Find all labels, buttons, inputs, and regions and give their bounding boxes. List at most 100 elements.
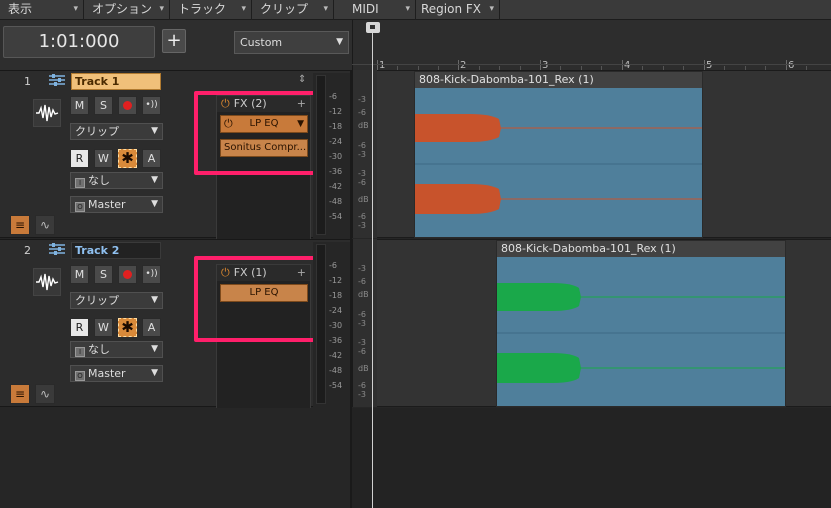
track-name-field[interactable]: Track 2	[71, 242, 161, 259]
scale-label: -6	[358, 178, 366, 187]
playhead-line	[372, 28, 373, 508]
ruler-divider	[352, 64, 831, 65]
chevron-down-icon: ▼	[151, 175, 158, 185]
solo-button[interactable]: S	[94, 96, 113, 115]
menu-midi[interactable]: MIDI ▾	[334, 0, 416, 20]
mute-button[interactable]: M	[70, 265, 89, 284]
clip-mode-dropdown[interactable]: クリップ ▼	[70, 123, 163, 140]
clip-waveform	[415, 88, 702, 237]
envelope-icon: ∿	[39, 218, 51, 232]
scale-label: dB	[358, 290, 369, 299]
input-icon: I	[75, 347, 85, 357]
clip-title: 808-Kick-Dabomba-101_Rex (1)	[415, 72, 702, 88]
automation-lanes-button[interactable]: ∿	[35, 384, 55, 404]
scale-label: dB	[358, 364, 369, 373]
ruler-tick	[458, 60, 459, 70]
record-arm-button[interactable]	[118, 96, 137, 115]
scale-label: -3	[358, 319, 366, 328]
track-header-2[interactable]: 2 Track 2 M S •)) クリップ ▼ R W ✱ A I なし ▼ O Ma…	[0, 239, 352, 429]
track-number: 1	[24, 75, 31, 88]
scale-label: -3	[358, 338, 366, 347]
archive-button[interactable]: A	[142, 149, 161, 168]
asterisk-icon[interactable]: ✱	[118, 318, 137, 337]
clip-lanes-button[interactable]: ≡	[10, 215, 30, 235]
meter-bar	[316, 75, 326, 235]
clip-mode-label: クリップ	[75, 294, 119, 307]
lanes-icon: ≡	[14, 218, 26, 232]
menu-region-fx[interactable]: Region FX ▾	[416, 0, 500, 20]
menu-view[interactable]: 表示 ▾	[0, 0, 84, 20]
automation-lanes-button[interactable]: ∿	[35, 215, 55, 235]
menu-track[interactable]: トラック ▾	[170, 0, 252, 20]
scale-label: -3	[358, 390, 366, 399]
clip-lane-1[interactable]: 808-Kick-Dabomba-101_Rex (1)	[377, 70, 831, 238]
meter-label: -12	[329, 276, 343, 285]
waveform-scale-1: -3 -6 dB -6 -3 -3 -6 dB -6 -3	[352, 70, 377, 238]
track-view-preset-dropdown[interactable]: Custom ▼	[234, 31, 349, 54]
solo-button[interactable]: S	[94, 265, 113, 284]
timeline-ruler[interactable]: 1 2 3 4 5 6	[352, 20, 831, 71]
input-echo-button[interactable]: •))	[142, 96, 161, 115]
clip-mode-dropdown[interactable]: クリップ ▼	[70, 292, 163, 309]
ruler-tick	[704, 60, 705, 70]
chevron-down-icon: ▾	[159, 4, 164, 14]
automation-write-button[interactable]: W	[94, 318, 113, 337]
scale-label: -3	[358, 95, 366, 104]
track-header-1[interactable]: 1 Track 1 ⇕ M S •)) クリップ ▼ R W ✱ A I なし ▼ O…	[0, 70, 352, 260]
audio-clip[interactable]: 808-Kick-Dabomba-101_Rex (1)	[414, 71, 703, 238]
meter-label: -24	[329, 137, 343, 146]
track-settings-icon[interactable]	[48, 73, 66, 89]
automation-write-button[interactable]: W	[94, 149, 113, 168]
meter-label: -18	[329, 291, 343, 300]
audio-track-icon	[33, 268, 61, 296]
chevron-down-icon: ▼	[151, 368, 158, 378]
time-display[interactable]: 1:01:000	[3, 26, 155, 58]
add-track-button[interactable]: +	[162, 29, 186, 53]
scale-label: -6	[358, 108, 366, 117]
menu-clip-label: クリップ	[260, 2, 309, 16]
clip-waveform	[497, 257, 785, 406]
archive-button[interactable]: A	[142, 318, 161, 337]
pane-divider[interactable]	[350, 70, 352, 508]
menu-region-fx-label: Region FX	[421, 2, 482, 16]
input-echo-button[interactable]: •))	[142, 265, 161, 284]
scale-label: -6	[358, 310, 366, 319]
menu-bar: 表示 ▾ オプション ▾ トラック ▾ クリップ ▾ MIDI ▾ Region FX ▾	[0, 0, 831, 20]
collapse-icon[interactable]: ⇕	[298, 74, 306, 85]
output-dropdown[interactable]: O Master ▼	[70, 365, 163, 382]
clip-lane-2[interactable]: 808-Kick-Dabomba-101_Rex (1)	[377, 239, 831, 407]
scale-label: -3	[358, 169, 366, 178]
meter-label: -6	[329, 261, 337, 270]
track-settings-icon[interactable]	[48, 242, 66, 258]
asterisk-icon[interactable]: ✱	[118, 149, 137, 168]
automation-read-button[interactable]: R	[70, 318, 89, 337]
chevron-down-icon: ▼	[151, 126, 158, 136]
track-name-field[interactable]: Track 1	[71, 73, 161, 90]
input-dropdown[interactable]: I なし ▼	[70, 341, 163, 358]
record-icon	[123, 270, 132, 279]
scale-label: dB	[358, 195, 369, 204]
scale-label: dB	[358, 121, 369, 130]
input-dropdown[interactable]: I なし ▼	[70, 172, 163, 189]
ruler-tick	[786, 60, 787, 70]
playhead-handle[interactable]	[366, 22, 380, 33]
mute-button[interactable]: M	[70, 96, 89, 115]
record-arm-button[interactable]	[118, 265, 137, 284]
chevron-down-icon: ▾	[405, 4, 410, 14]
meter-label: -48	[329, 366, 343, 375]
scale-label: -6	[358, 141, 366, 150]
echo-icon: •))	[145, 269, 158, 279]
waveform-scale-2: -3 -6 dB -6 -3 -3 -6 dB -6 -3	[352, 239, 377, 407]
menu-clip[interactable]: クリップ ▾	[252, 0, 334, 20]
automation-read-button[interactable]: R	[70, 149, 89, 168]
chevron-down-icon: ▼	[336, 37, 343, 47]
menu-options[interactable]: オプション ▾	[84, 0, 170, 20]
track-meter: -6 -12 -18 -24 -30 -36 -42 -48 -54	[313, 242, 351, 407]
empty-clip-area[interactable]	[352, 408, 831, 508]
clip-lanes-button[interactable]: ≡	[10, 384, 30, 404]
audio-clip[interactable]: 808-Kick-Dabomba-101_Rex (1)	[496, 240, 786, 407]
meter-label: -48	[329, 197, 343, 206]
chevron-down-icon: ▼	[151, 295, 158, 305]
output-dropdown[interactable]: O Master ▼	[70, 196, 163, 213]
fx-rack-highlight	[194, 256, 329, 342]
